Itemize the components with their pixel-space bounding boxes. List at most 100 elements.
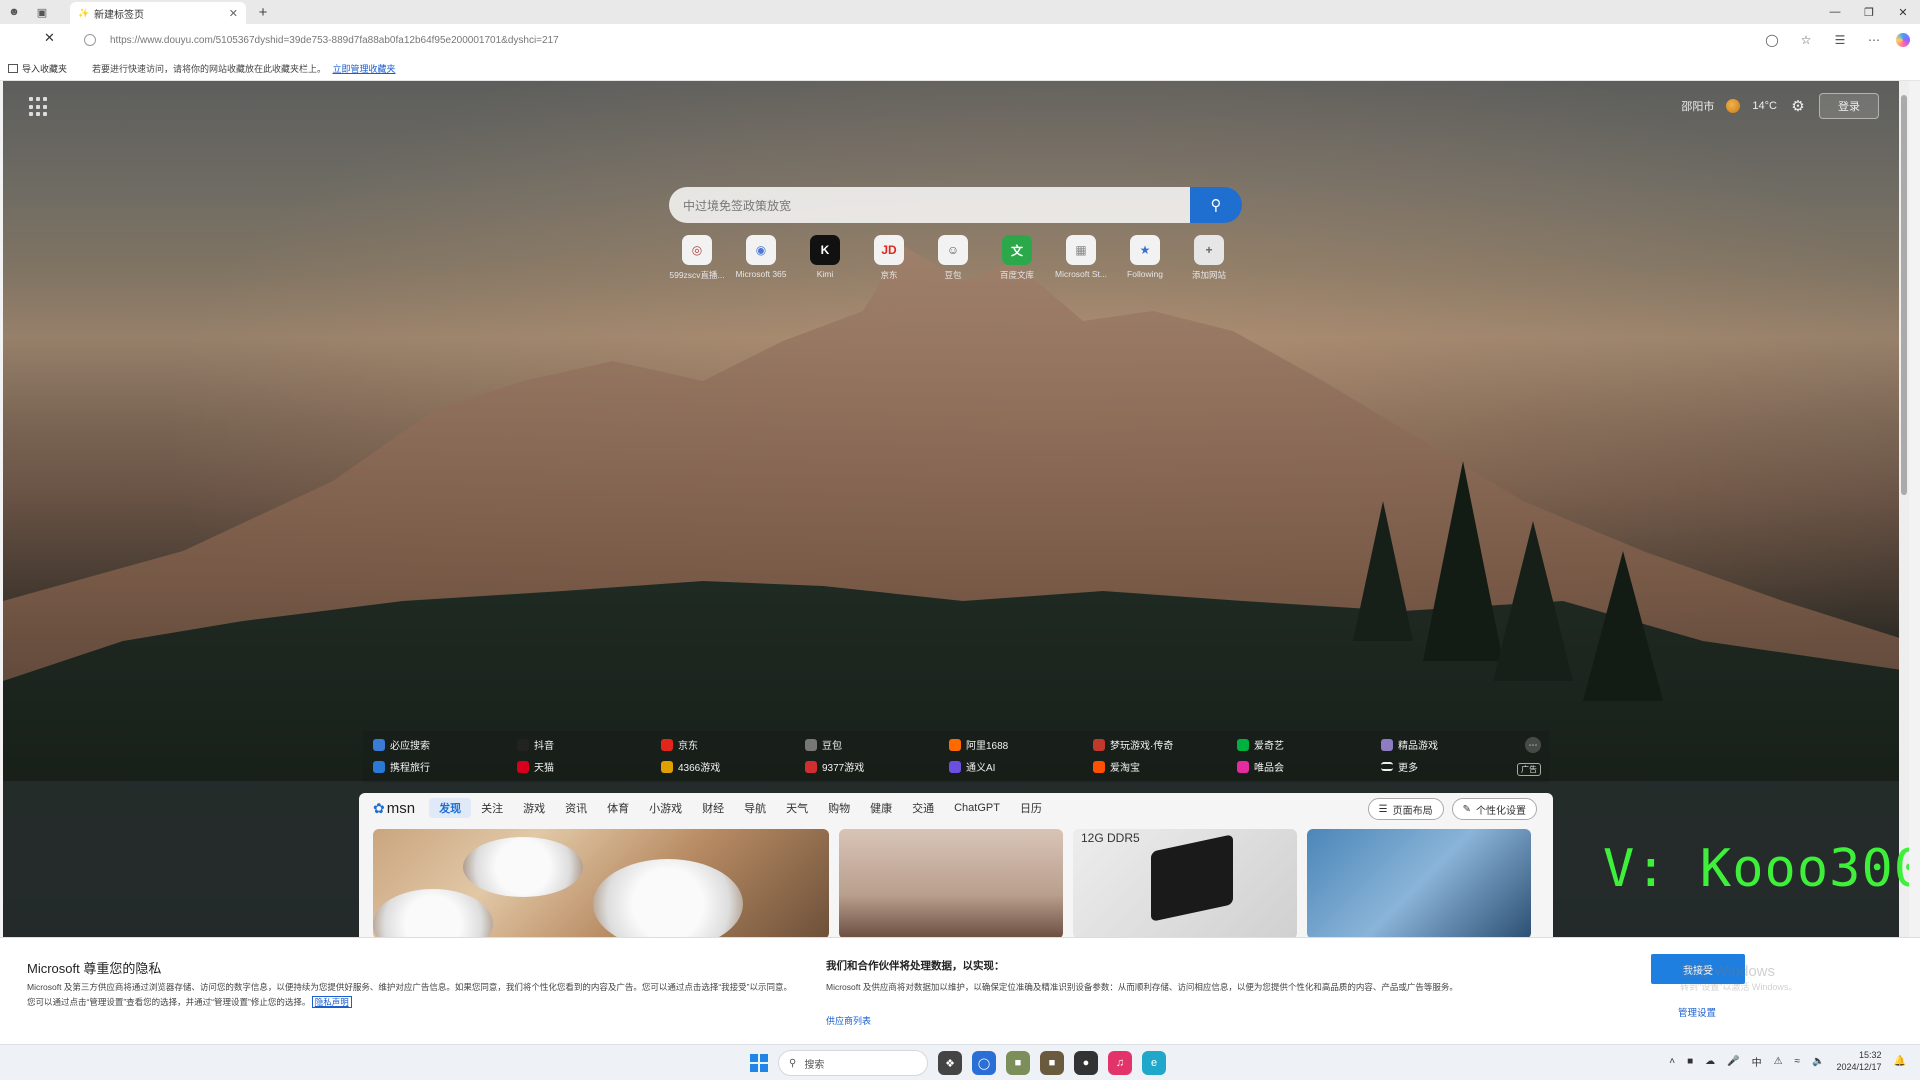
promoted-link[interactable]: 梦玩游戏·传奇 xyxy=(1093,737,1237,752)
site-info-icon[interactable] xyxy=(84,34,96,46)
news-card-portrait[interactable] xyxy=(839,829,1063,937)
wifi-icon[interactable]: ≈ xyxy=(1795,1056,1801,1067)
quick-link-6[interactable]: ▦ Microsoft St... xyxy=(1049,235,1113,281)
game-app-icon[interactable]: ■ xyxy=(1006,1051,1030,1075)
scrollbar-thumb[interactable] xyxy=(1901,95,1907,495)
msn-tab[interactable]: 关注 xyxy=(471,798,513,818)
favorite-star-icon[interactable]: ☆ xyxy=(1794,28,1818,52)
minimize-icon[interactable]: — xyxy=(1818,0,1852,24)
promoted-link[interactable]: 阿里1688 xyxy=(949,737,1093,752)
tray-app-icon[interactable]: ■ xyxy=(1687,1056,1693,1067)
taskbar-search-placeholder: 搜索 xyxy=(804,1059,825,1071)
news-card-mini-pc[interactable]: 12G DDR5 xyxy=(1073,829,1297,937)
new-tab-button[interactable]: + xyxy=(254,3,272,21)
cloud-icon[interactable]: ☁ xyxy=(1705,1056,1715,1067)
gear-icon[interactable]: ⚙ xyxy=(1789,97,1807,115)
page-layout-button[interactable]: ☰ 页面布局 xyxy=(1367,798,1444,820)
tab-new-tab[interactable]: ✨ 新建标签页 ✕ xyxy=(70,2,246,24)
quick-link-1[interactable]: ◉ Microsoft 365 xyxy=(729,235,793,281)
quick-link-0[interactable]: ◎ 599zscv直播... xyxy=(665,235,729,281)
profile-icon[interactable]: ☻ xyxy=(0,0,28,24)
promoted-link[interactable]: 天猫 xyxy=(517,759,661,774)
music-app-icon[interactable]: ♫ xyxy=(1108,1051,1132,1075)
stop-loading-icon[interactable]: ✕ xyxy=(44,30,55,46)
weather-temperature[interactable]: 14°C xyxy=(1752,100,1777,112)
promoted-link[interactable]: 抖音 xyxy=(517,737,661,752)
media-app-icon[interactable]: ● xyxy=(1074,1051,1098,1075)
vendor-list-link[interactable]: 供应商列表 xyxy=(826,1014,871,1027)
manage-settings-link[interactable]: 管理设置 xyxy=(1678,1005,1716,1019)
msn-tab[interactable]: 财经 xyxy=(692,798,734,818)
quick-link-2[interactable]: K Kimi xyxy=(793,235,857,281)
notification-app-icon[interactable]: ⚠ xyxy=(1774,1056,1783,1067)
msn-tab[interactable]: ChatGPT xyxy=(944,798,1010,818)
promoted-link[interactable]: 豆包 xyxy=(805,737,949,752)
edge-app-icon[interactable]: e xyxy=(1142,1051,1166,1075)
start-icon[interactable] xyxy=(750,1054,768,1072)
promoted-link[interactable]: 必应搜索 xyxy=(373,737,517,752)
news-card-politician[interactable] xyxy=(1307,829,1531,937)
msn-tab[interactable]: 游戏 xyxy=(513,798,555,818)
promoted-link[interactable]: 京东 xyxy=(661,737,805,752)
quick-link-4[interactable]: ☺ 豆包 xyxy=(921,235,985,281)
msn-tab[interactable]: 体育 xyxy=(597,798,639,818)
quick-link-7[interactable]: ★ Following xyxy=(1113,235,1177,281)
msn-tab[interactable]: 小游戏 xyxy=(639,798,692,818)
promoted-link[interactable]: 9377游戏 xyxy=(805,759,949,774)
promoted-link[interactable]: 携程旅行 xyxy=(373,759,517,774)
clock[interactable]: 15:32 2024/12/17 xyxy=(1837,1049,1882,1073)
msn-tab[interactable]: 购物 xyxy=(818,798,860,818)
personalize-button[interactable]: ✎ 个性化设置 xyxy=(1451,798,1537,820)
promoted-link[interactable]: 4366游戏 xyxy=(661,759,805,774)
quick-link-8[interactable]: + 添加网站 xyxy=(1177,235,1241,281)
tray-chevron-icon[interactable]: ˄ xyxy=(1669,1056,1675,1067)
copilot-icon[interactable] xyxy=(1896,33,1910,47)
promoted-link-label: 必应搜索 xyxy=(390,741,430,752)
promoted-link[interactable]: 爱奇艺 xyxy=(1237,737,1381,752)
msn-tab[interactable]: 发现 xyxy=(429,798,472,818)
search-button[interactable]: ⚲ xyxy=(1190,187,1242,223)
news-card-food[interactable] xyxy=(373,829,829,937)
promoted-link[interactable]: 通义AI xyxy=(949,759,1093,774)
favorites-icon[interactable]: ☰ xyxy=(1828,28,1852,52)
manage-favorites-link[interactable]: 立即管理收藏夹 xyxy=(333,64,396,74)
volume-icon[interactable]: 🔈 xyxy=(1812,1056,1824,1067)
promoted-link[interactable]: 唯品会 xyxy=(1237,759,1381,774)
promoted-link[interactable]: 更多 xyxy=(1381,759,1525,774)
msn-tab[interactable]: 导航 xyxy=(734,798,776,818)
quick-link-5[interactable]: 文百度文库 xyxy=(985,235,1049,281)
ime-icon[interactable]: 中 xyxy=(1752,1054,1762,1069)
weather-location[interactable]: 邵阳市 xyxy=(1681,98,1714,114)
msn-logo[interactable]: ✿ msn xyxy=(373,800,415,817)
url-field[interactable]: https://www.douyu.com/5105367dyshid=39de… xyxy=(84,28,1784,52)
reader-icon[interactable]: ◯ xyxy=(1760,28,1784,52)
mic-icon[interactable]: 🎤 xyxy=(1727,1056,1739,1067)
msn-tab[interactable]: 健康 xyxy=(860,798,902,818)
close-window-icon[interactable]: ✕ xyxy=(1886,0,1920,24)
msn-tab[interactable]: 天气 xyxy=(776,798,818,818)
page-scrollbar[interactable] xyxy=(1899,81,1909,937)
restore-icon[interactable]: ❐ xyxy=(1852,0,1886,24)
browser-app-icon[interactable]: ◯ xyxy=(972,1051,996,1075)
apps-launcher-icon[interactable] xyxy=(29,97,49,117)
msn-tab[interactable]: 日历 xyxy=(1010,798,1052,818)
tab-actions-icon[interactable]: ▣ xyxy=(28,0,56,24)
msn-tab[interactable]: 交通 xyxy=(902,798,944,818)
more-options-icon[interactable]: ⋯ xyxy=(1525,737,1541,753)
privacy-statement-link[interactable]: 隐私声明 xyxy=(311,996,352,1008)
promoted-link[interactable]: 精品游戏 xyxy=(1381,737,1525,752)
msn-tools: ☰ 页面布局 ✎ 个性化设置 xyxy=(1367,798,1537,820)
msn-tab[interactable]: 资讯 xyxy=(555,798,597,818)
notification-bell-icon[interactable]: 🔔 xyxy=(1894,1056,1906,1067)
quick-link-3[interactable]: JD 京东 xyxy=(857,235,921,281)
close-tab-icon[interactable]: ✕ xyxy=(229,7,238,20)
game2-app-icon[interactable]: ■ xyxy=(1040,1051,1064,1075)
copilot-app-icon[interactable]: ❖ xyxy=(938,1051,962,1075)
more-menu-icon[interactable]: ⋯ xyxy=(1862,28,1886,52)
promoted-link[interactable]: 爱淘宝 xyxy=(1093,759,1237,774)
search-input[interactable]: 中过境免签政策放宽 xyxy=(669,187,1190,223)
login-button[interactable]: 登录 xyxy=(1819,93,1879,119)
taskbar-search[interactable]: ⚲ 搜索 xyxy=(778,1050,928,1076)
import-favorites-button[interactable]: 导入收藏夹 xyxy=(8,62,67,75)
weather-icon[interactable] xyxy=(1726,99,1741,113)
